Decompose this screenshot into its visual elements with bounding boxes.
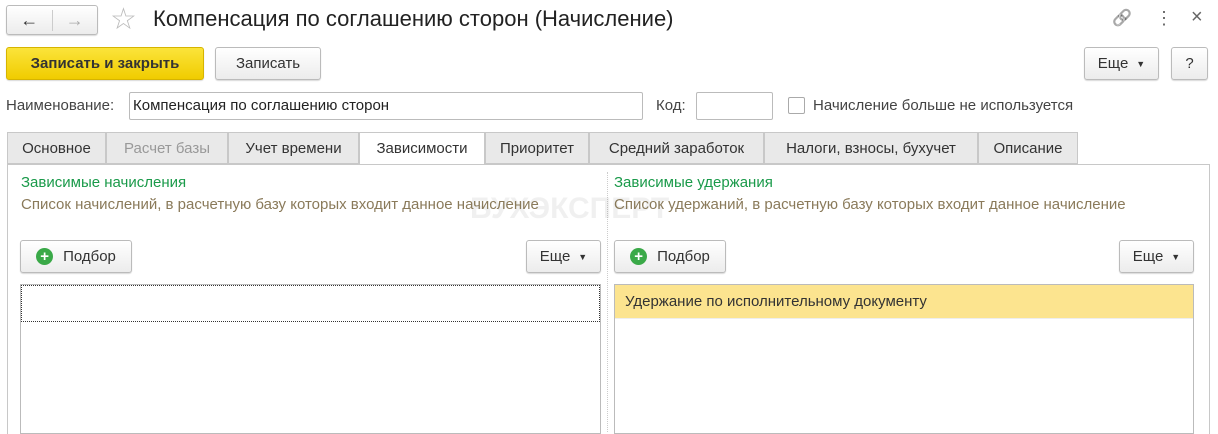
pick-label: Подбор (63, 248, 116, 265)
tab-dependencies[interactable]: Зависимости (359, 132, 485, 165)
caret-down-icon: ▼ (1171, 251, 1181, 262)
more-label: Еще (539, 248, 571, 265)
star-icon[interactable]: ☆ (110, 2, 137, 37)
unused-label: Начисление больше не используется (813, 97, 1074, 114)
save-close-button[interactable]: Записать и закрыть (6, 47, 204, 80)
table-row[interactable]: Удержание по исполнительному документу (615, 285, 1193, 319)
plus-icon: + (630, 248, 648, 265)
tab-taxes[interactable]: Налоги, взносы, бухучет (764, 132, 978, 164)
page-title: Компенсация по соглашению сторон (Начисл… (153, 6, 674, 31)
more-button[interactable]: Еще ▼ (1084, 47, 1159, 80)
left-title: Зависимые начисления (21, 174, 187, 191)
code-label: Код: (656, 97, 686, 114)
tab-time[interactable]: Учет времени (228, 132, 359, 164)
name-label: Наименование: (6, 97, 115, 114)
right-title: Зависимые удержания (614, 174, 773, 191)
forward-button[interactable]: → (51, 9, 98, 31)
close-icon[interactable]: × (1191, 6, 1203, 29)
left-more-button[interactable]: Еще ▼ (526, 240, 601, 273)
left-pick-button[interactable]: + Подбор (20, 240, 132, 273)
more-label: Еще (1132, 248, 1164, 265)
unused-checkbox[interactable] (788, 97, 805, 114)
name-input[interactable]: Компенсация по соглашению сторон (129, 92, 643, 120)
left-desc: Список начислений, в расчетную базу кото… (21, 196, 539, 213)
tab-average-earnings[interactable]: Средний заработок (589, 132, 764, 164)
tab-description[interactable]: Описание (978, 132, 1078, 164)
tab-priority[interactable]: Приоритет (485, 132, 589, 164)
right-desc: Список удержаний, в расчетную базу котор… (614, 196, 1126, 213)
help-button[interactable]: ? (1171, 47, 1208, 80)
save-button[interactable]: Записать (215, 47, 321, 80)
nav-buttons: ← → (6, 5, 98, 35)
caret-down-icon: ▼ (578, 251, 588, 262)
more-label: Еще (1097, 55, 1129, 72)
right-more-button[interactable]: Еще ▼ (1119, 240, 1194, 273)
back-button[interactable]: ← (7, 10, 52, 31)
link-icon[interactable]: 🔗 (1112, 8, 1132, 28)
code-input[interactable] (696, 92, 773, 120)
right-table[interactable]: Удержание по исполнительному документу (614, 284, 1194, 434)
plus-icon: + (36, 248, 54, 265)
caret-down-icon: ▼ (1136, 58, 1146, 69)
tab-main[interactable]: Основное (7, 132, 106, 164)
left-table[interactable] (20, 284, 601, 434)
table-row[interactable] (21, 285, 600, 322)
tab-base[interactable]: Расчет базы (106, 132, 228, 164)
pick-label: Подбор (657, 248, 710, 265)
menu-icon[interactable]: ⋮ (1155, 8, 1173, 29)
right-pick-button[interactable]: + Подбор (614, 240, 726, 273)
